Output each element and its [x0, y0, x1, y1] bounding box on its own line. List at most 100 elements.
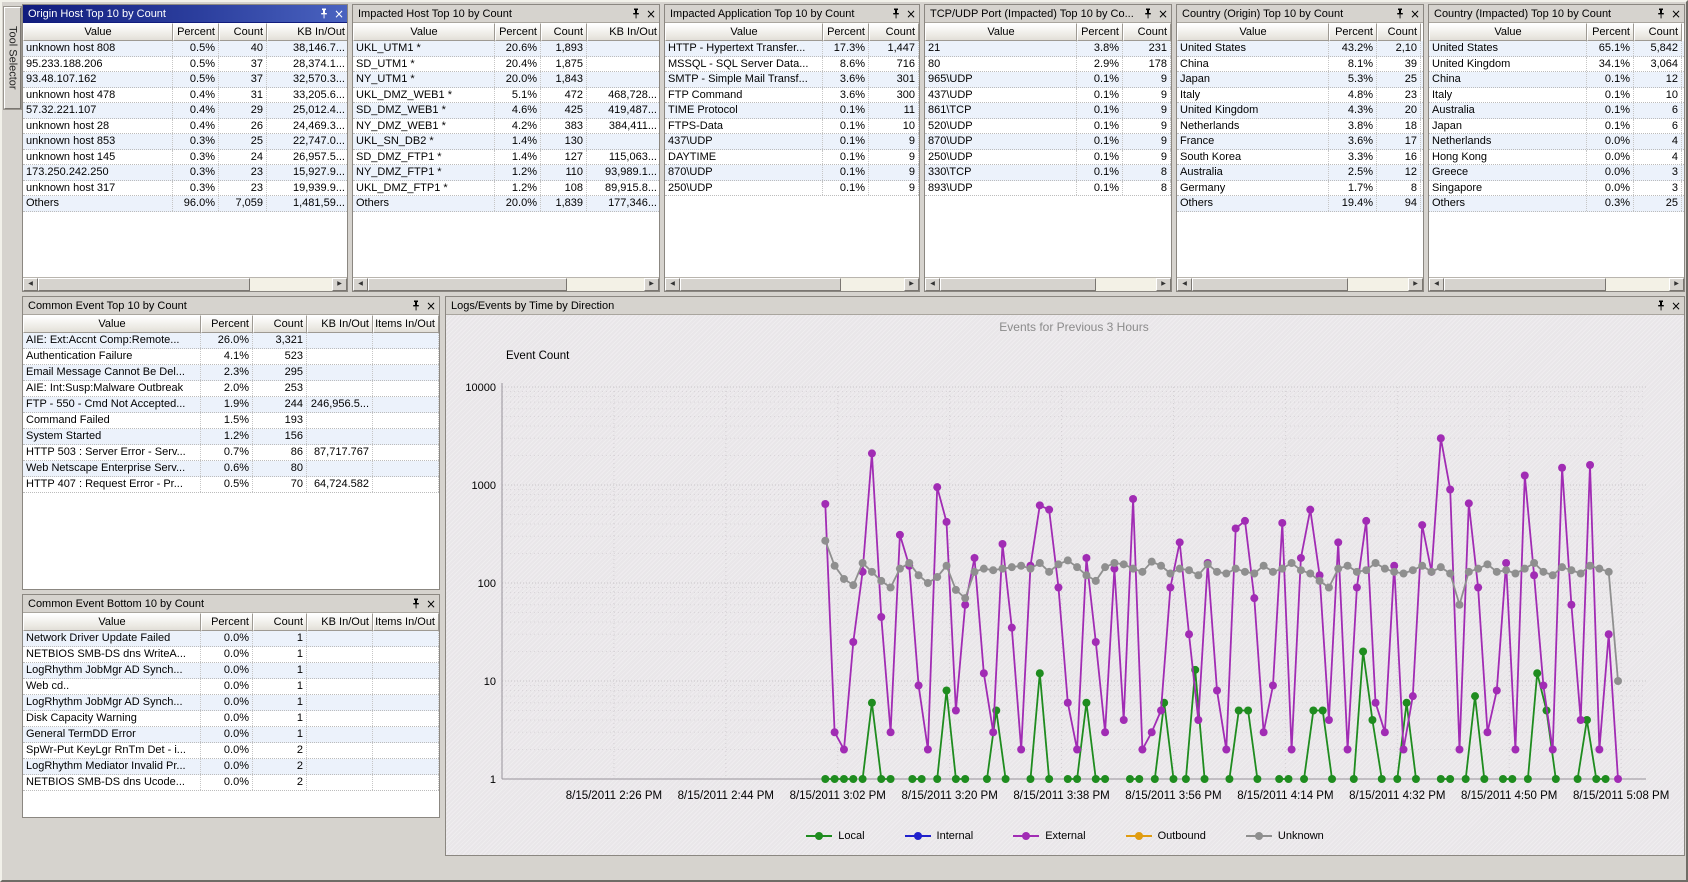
column-header[interactable]: Value: [1177, 23, 1329, 41]
table-row[interactable]: 173.250.242.2500.3%2315,927.9...: [23, 165, 347, 181]
column-header[interactable]: KB In/Out: [307, 315, 373, 333]
table-row[interactable]: Japan5.3%25: [1177, 72, 1423, 88]
table-row[interactable]: 250\UDP0.1%9: [665, 181, 919, 197]
table-row[interactable]: Greece0.0%3: [1429, 165, 1684, 181]
table-row[interactable]: 57.32.221.1070.4%2925,012.4...: [23, 103, 347, 119]
table-row[interactable]: Netherlands0.0%4: [1429, 134, 1684, 150]
scroll-right-button[interactable]: ▶: [332, 278, 347, 291]
column-header[interactable]: Value: [23, 315, 201, 333]
table-row[interactable]: UKL_DMZ_FTP1 *1.2%10889,915.8...: [353, 181, 659, 197]
table-row[interactable]: UKL_SN_DB2 *1.4%130: [353, 134, 659, 150]
table-row[interactable]: Network Driver Update Failed0.0%1: [23, 631, 439, 647]
column-header[interactable]: Value: [353, 23, 495, 41]
close-icon[interactable]: ×: [1671, 301, 1681, 311]
table-row[interactable]: Singapore0.0%3: [1429, 181, 1684, 197]
scroll-right-button[interactable]: ▶: [904, 278, 919, 291]
table-row[interactable]: Command Failed1.5%193: [23, 413, 439, 429]
close-icon[interactable]: ×: [426, 599, 436, 609]
close-icon[interactable]: ×: [1410, 9, 1420, 19]
table-row[interactable]: Email Message Cannot Be Del...2.3%295: [23, 365, 439, 381]
table-row[interactable]: unknown host 1450.3%2426,957.5...: [23, 150, 347, 166]
scrollbar-thumb[interactable]: [940, 278, 1096, 291]
scroll-left-button[interactable]: ◀: [665, 278, 680, 291]
table-row[interactable]: France3.6%17: [1177, 134, 1423, 150]
table-row[interactable]: 870\UDP0.1%9: [665, 165, 919, 181]
scrollbar-thumb[interactable]: [1192, 278, 1348, 291]
table-row[interactable]: unknown host 8530.3%2522,747.0...: [23, 134, 347, 150]
column-header[interactable]: Percent: [173, 23, 219, 41]
table-row[interactable]: Netherlands3.8%18: [1177, 119, 1423, 135]
column-header[interactable]: Value: [925, 23, 1077, 41]
table-row[interactable]: 893\UDP0.1%8: [925, 181, 1171, 197]
panel-titlebar[interactable]: Country (Impacted) Top 10 by Count ×: [1429, 5, 1684, 23]
column-header[interactable]: Items In/Out: [373, 315, 439, 333]
table-row[interactable]: Japan0.1%6: [1429, 119, 1684, 135]
column-header[interactable]: Percent: [1329, 23, 1377, 41]
table-row[interactable]: FTP - 550 - Cmd Not Accepted...1.9%24424…: [23, 397, 439, 413]
column-header[interactable]: Percent: [823, 23, 869, 41]
scrollbar-thumb[interactable]: [1444, 278, 1606, 291]
table-row[interactable]: Australia2.5%12: [1177, 165, 1423, 181]
close-icon[interactable]: ×: [426, 301, 436, 311]
table-row[interactable]: Authentication Failure4.1%523: [23, 349, 439, 365]
table-row[interactable]: LogRhythm Mediator Invalid Pr...0.0%2: [23, 759, 439, 775]
table-row[interactable]: HTTP 407 : Request Error - Pr...0.5%7064…: [23, 477, 439, 493]
table-row[interactable]: SD_DMZ_FTP1 *1.4%127115,063...: [353, 150, 659, 166]
panel-titlebar[interactable]: Logs/Events by Time by Direction ×: [446, 297, 1684, 315]
table-row[interactable]: Others20.0%1,839177,346...: [353, 196, 659, 212]
panel-titlebar[interactable]: Country (Origin) Top 10 by Count ×: [1177, 5, 1423, 23]
panel-titlebar[interactable]: Common Event Bottom 10 by Count ×: [23, 595, 439, 613]
table-row[interactable]: China0.1%12: [1429, 72, 1684, 88]
table-row[interactable]: NY_DMZ_WEB1 *4.2%383384,411...: [353, 119, 659, 135]
scroll-right-button[interactable]: ▶: [1408, 278, 1423, 291]
column-header[interactable]: Count: [219, 23, 267, 41]
column-header[interactable]: Percent: [1587, 23, 1634, 41]
pin-icon[interactable]: [319, 8, 329, 19]
column-header[interactable]: Value: [23, 613, 201, 631]
scroll-left-button[interactable]: ◀: [23, 278, 38, 291]
table-row[interactable]: HTTP 503 : Server Error - Serv...0.7%868…: [23, 445, 439, 461]
table-row[interactable]: SpWr-Put KeyLgr RnTm Det - i...0.0%2: [23, 743, 439, 759]
table-row[interactable]: SD_UTM1 *20.4%1,875: [353, 57, 659, 73]
pin-icon[interactable]: [1656, 300, 1666, 311]
table-row[interactable]: DAYTIME0.1%9: [665, 150, 919, 166]
panel-titlebar[interactable]: Impacted Application Top 10 by Count ×: [665, 5, 919, 23]
tool-selector-tab[interactable]: Tool Selector: [4, 7, 21, 109]
close-icon[interactable]: ×: [906, 9, 916, 19]
table-row[interactable]: Hong Kong0.0%4: [1429, 150, 1684, 166]
column-header[interactable]: Count: [253, 315, 307, 333]
scroll-left-button[interactable]: ◀: [925, 278, 940, 291]
table-row[interactable]: TIME Protocol0.1%11: [665, 103, 919, 119]
table-row[interactable]: Australia0.1%6: [1429, 103, 1684, 119]
pin-icon[interactable]: [411, 300, 421, 311]
column-header[interactable]: Items In/Out: [373, 613, 439, 631]
table-row[interactable]: AIE: Int:Susp:Malware Outbreak2.0%253: [23, 381, 439, 397]
table-row[interactable]: NY_UTM1 *20.0%1,843: [353, 72, 659, 88]
scroll-left-button[interactable]: ◀: [353, 278, 368, 291]
table-row[interactable]: 437\UDP0.1%9: [665, 134, 919, 150]
panel-titlebar[interactable]: TCP/UDP Port (Impacted) Top 10 by Co... …: [925, 5, 1171, 23]
table-row[interactable]: Others96.0%7,0591,481,59...: [23, 196, 347, 212]
table-row[interactable]: NY_DMZ_FTP1 *1.2%11093,989.1...: [353, 165, 659, 181]
table-row[interactable]: United States65.1%5,842: [1429, 41, 1684, 57]
table-row[interactable]: 520\UDP0.1%9: [925, 119, 1171, 135]
table-row[interactable]: unknown host 8080.5%4038,146.7...: [23, 41, 347, 57]
column-header[interactable]: Percent: [201, 315, 253, 333]
table-row[interactable]: China8.1%39: [1177, 57, 1423, 73]
table-row[interactable]: 213.8%231: [925, 41, 1171, 57]
table-row[interactable]: SMTP - Simple Mail Transf...3.6%301: [665, 72, 919, 88]
table-row[interactable]: NETBIOS SMB-DS dns WriteA...0.0%1: [23, 647, 439, 663]
column-header[interactable]: Value: [23, 23, 173, 41]
close-icon[interactable]: ×: [1158, 9, 1168, 19]
table-row[interactable]: SD_DMZ_WEB1 *4.6%425419,487...: [353, 103, 659, 119]
column-header[interactable]: Percent: [495, 23, 541, 41]
scrollbar-track[interactable]: [940, 278, 1156, 291]
pin-icon[interactable]: [631, 8, 641, 19]
column-header[interactable]: Count: [541, 23, 587, 41]
close-icon[interactable]: ×: [646, 9, 656, 19]
horizontal-scrollbar[interactable]: ◀▶: [665, 277, 919, 291]
table-row[interactable]: HTTP - Hypertext Transfer...17.3%1,447: [665, 41, 919, 57]
table-row[interactable]: 802.9%178: [925, 57, 1171, 73]
table-row[interactable]: Italy4.8%23: [1177, 88, 1423, 104]
pin-icon[interactable]: [1656, 8, 1666, 19]
